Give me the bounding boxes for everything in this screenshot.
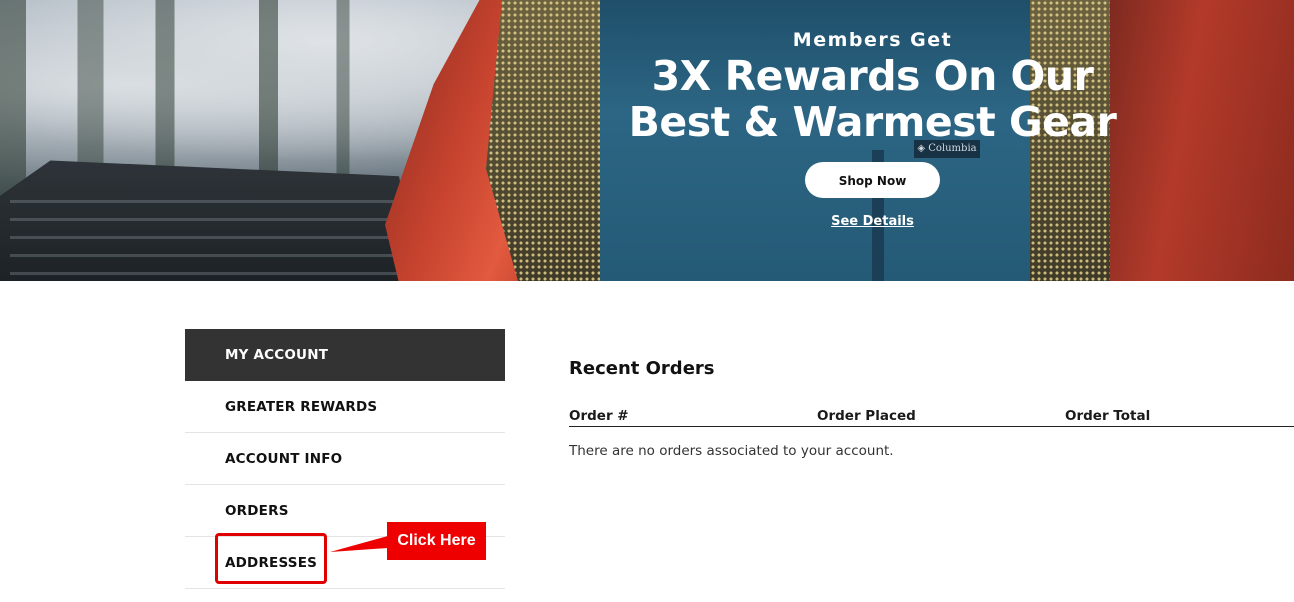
sidebar-item-greater-rewards[interactable]: GREATER REWARDS [185,381,505,433]
hero-headline-line2: Best & Warmest Gear [628,98,1117,146]
shop-now-button[interactable]: Shop Now [805,162,940,198]
hero-headline-line1: 3X Rewards On Our [651,52,1094,100]
hero-kicker: Members Get [792,29,953,51]
sidebar-item-label: MY ACCOUNT [225,347,329,363]
column-header-order-number: Order # [569,408,629,424]
sidebar-item-label: ORDERS [225,502,289,519]
addresses-highlight-box [215,533,327,584]
sidebar-item-account-info[interactable]: ACCOUNT INFO [185,433,505,485]
hero-banner: ◈ Columbia Members Get 3X Rewards On Our… [0,0,1294,281]
sidebar-item-my-account[interactable]: MY ACCOUNT [185,329,505,381]
orders-table-header: Order # Order Placed Order Total [569,406,1294,427]
see-details-link[interactable]: See Details [800,214,945,229]
hero-jacket-right [1110,0,1294,281]
sidebar-item-label: GREATER REWARDS [225,398,378,415]
click-here-callout: Click Here [387,522,486,560]
column-header-order-total: Order Total [1065,408,1151,424]
callout-arrow-icon [330,536,388,552]
column-header-order-placed: Order Placed [817,408,916,424]
recent-orders-section: Recent Orders Order # Order Placed Order… [569,355,1294,459]
page-title: Recent Orders [569,358,715,379]
empty-orders-message: There are no orders associated to your a… [569,443,894,459]
sidebar-item-label: ACCOUNT INFO [225,450,343,467]
hero-vehicle-rack [10,195,400,275]
hero-text: Members Get 3X Rewards On Our Best & War… [620,28,1125,144]
